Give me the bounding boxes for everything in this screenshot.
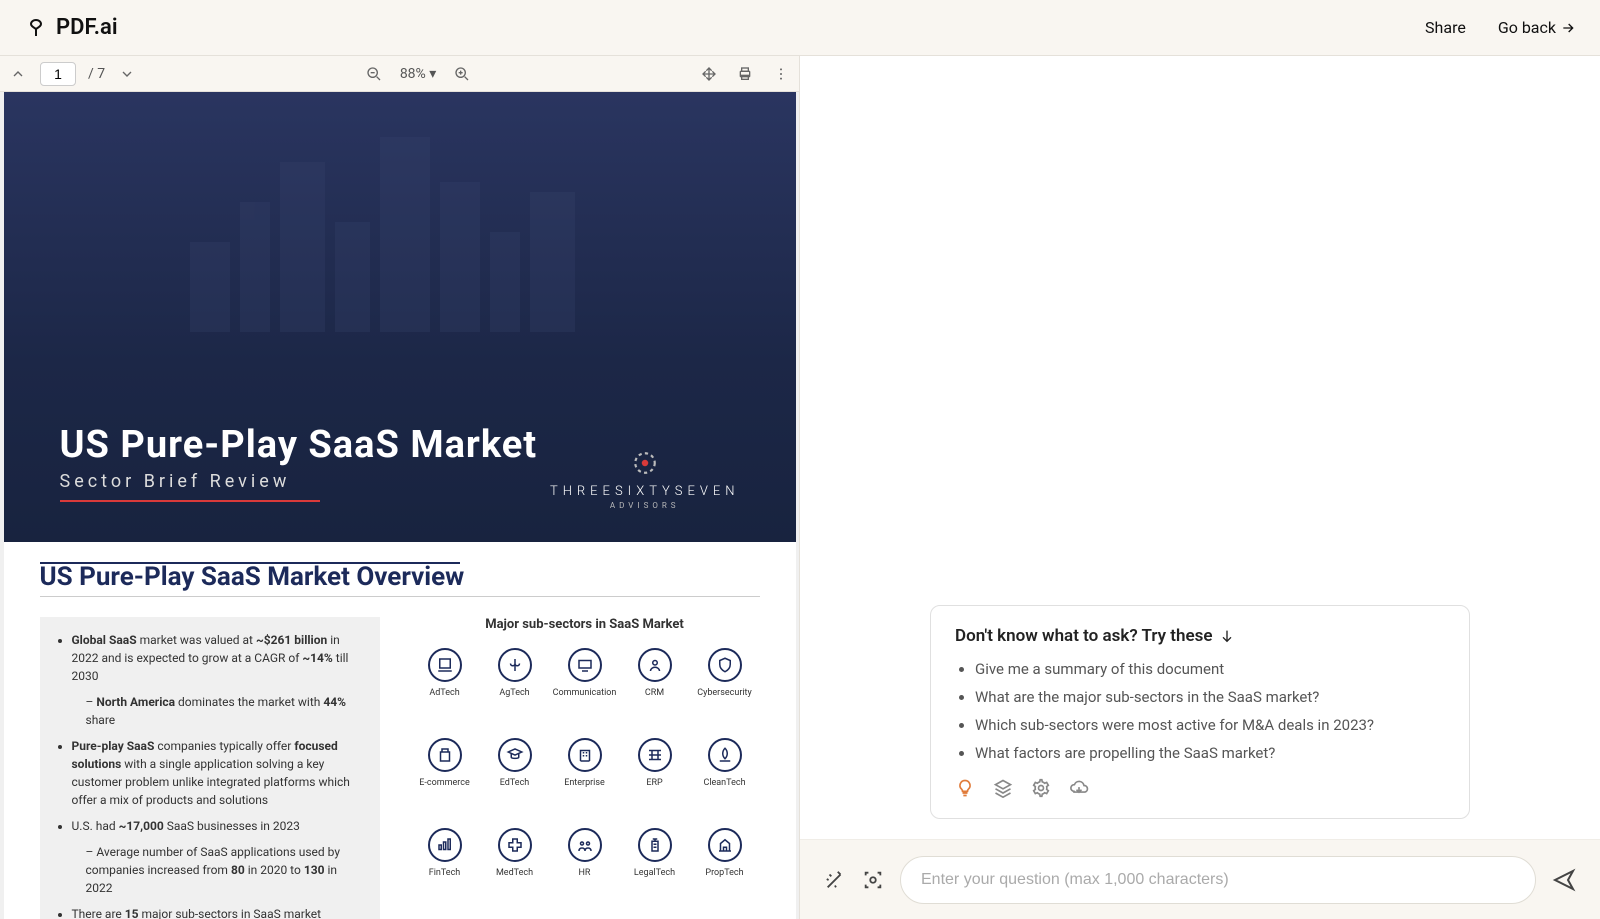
- brand-text: PDF.ai: [56, 15, 118, 40]
- sector-item: EdTech: [484, 738, 546, 788]
- arrow-down-icon: [1219, 628, 1235, 644]
- overview-slide: US Pure-Play SaaS Market Overview Global…: [4, 542, 796, 919]
- zoom-out-button[interactable]: [364, 64, 384, 84]
- company-role: ADVISORS: [550, 501, 740, 510]
- sector-item: PropTech: [694, 828, 756, 878]
- bullet-item: U.S. had ~17,000 SaaS businesses in 2023: [72, 817, 364, 835]
- page-total: / 7: [88, 66, 105, 82]
- suggestion-item[interactable]: Give me a summary of this document: [975, 660, 1445, 678]
- chat-input[interactable]: [900, 856, 1536, 904]
- sector-item: HR: [554, 828, 616, 878]
- suggestion-title: Don't know what to ask? Try these: [955, 626, 1445, 646]
- magic-wand-icon[interactable]: [824, 869, 846, 891]
- suggestion-item[interactable]: Which sub-sectors were most active for M…: [975, 716, 1445, 734]
- sector-item: CRM: [624, 648, 686, 698]
- share-button[interactable]: Share: [1425, 18, 1466, 37]
- page-down-button[interactable]: [117, 64, 137, 84]
- logo[interactable]: PDF.ai: [24, 15, 118, 40]
- sector-item: ERP: [624, 738, 686, 788]
- sector-item: Communication: [554, 648, 616, 698]
- chat-area: Don't know what to ask? Try these Give m…: [800, 56, 1600, 839]
- sub-bullet: North America dominates the market with …: [86, 693, 364, 729]
- underline-accent: [60, 500, 320, 502]
- app-header: PDF.ai Share Go back: [0, 0, 1600, 56]
- logo-icon: [24, 16, 48, 40]
- page-input[interactable]: [40, 62, 76, 86]
- pdf-pane: / 7 88% ▾: [0, 56, 800, 919]
- sector-item: AgTech: [484, 648, 546, 698]
- suggestion-box: Don't know what to ask? Try these Give m…: [930, 605, 1470, 819]
- sector-item: E-commerce: [414, 738, 476, 788]
- bullet-item: Global SaaS market was valued at ~$261 b…: [72, 631, 364, 685]
- scan-icon[interactable]: [862, 869, 884, 891]
- send-button[interactable]: [1552, 868, 1576, 892]
- lightbulb-icon[interactable]: [955, 778, 975, 798]
- overview-title: US Pure-Play SaaS Market Overview: [40, 562, 760, 597]
- suggestion-icons: [955, 778, 1445, 798]
- zoom-level[interactable]: 88% ▾: [400, 66, 437, 82]
- pdf-toolbar: / 7 88% ▾: [0, 56, 799, 92]
- company-badge: THREESIXTYSEVEN ADVISORS: [550, 450, 740, 510]
- go-back-button[interactable]: Go back: [1498, 18, 1576, 37]
- more-button[interactable]: [771, 64, 791, 84]
- chat-input-bar: [800, 839, 1600, 919]
- sector-item: LegalTech: [624, 828, 686, 878]
- header-actions: Share Go back: [1425, 18, 1576, 37]
- company-logo-icon: [632, 450, 658, 476]
- suggestion-item[interactable]: What factors are propelling the SaaS mar…: [975, 744, 1445, 762]
- cloud-download-icon[interactable]: [1069, 778, 1089, 798]
- sub-bullet: Average number of SaaS applications used…: [86, 843, 364, 897]
- print-button[interactable]: [735, 64, 755, 84]
- suggestion-item[interactable]: What are the major sub-sectors in the Sa…: [975, 688, 1445, 706]
- sector-item: CleanTech: [694, 738, 756, 788]
- sector-item: Cybersecurity: [694, 648, 756, 698]
- sector-grid-title: Major sub-sectors in SaaS Market: [410, 617, 760, 632]
- suggestion-list: Give me a summary of this document What a…: [955, 660, 1445, 762]
- overview-text-column: Global SaaS market was valued at ~$261 b…: [40, 617, 380, 919]
- pan-button[interactable]: [699, 64, 719, 84]
- layers-icon[interactable]: [993, 778, 1013, 798]
- sector-item: FinTech: [414, 828, 476, 878]
- skyline-graphic: [190, 132, 610, 332]
- sector-item: AdTech: [414, 648, 476, 698]
- bullet-item: Pure-play SaaS companies typically offer…: [72, 737, 364, 809]
- pdf-viewport[interactable]: US Pure-Play SaaS Market Sector Brief Re…: [0, 92, 799, 919]
- company-name: THREESIXTYSEVEN: [550, 484, 740, 499]
- pdf-page-1: US Pure-Play SaaS Market Sector Brief Re…: [4, 92, 796, 919]
- sector-item: MedTech: [484, 828, 546, 878]
- cover-slide: US Pure-Play SaaS Market Sector Brief Re…: [4, 92, 796, 542]
- gear-icon[interactable]: [1031, 778, 1051, 798]
- sector-item: Enterprise: [554, 738, 616, 788]
- page-up-button[interactable]: [8, 64, 28, 84]
- chat-pane: Don't know what to ask? Try these Give m…: [800, 56, 1600, 919]
- bullet-item: There are 15 major sub-sectors in SaaS m…: [72, 905, 364, 919]
- zoom-in-button[interactable]: [452, 64, 472, 84]
- arrow-right-icon: [1560, 20, 1576, 36]
- sector-grid: Major sub-sectors in SaaS Market AdTechA…: [410, 617, 760, 919]
